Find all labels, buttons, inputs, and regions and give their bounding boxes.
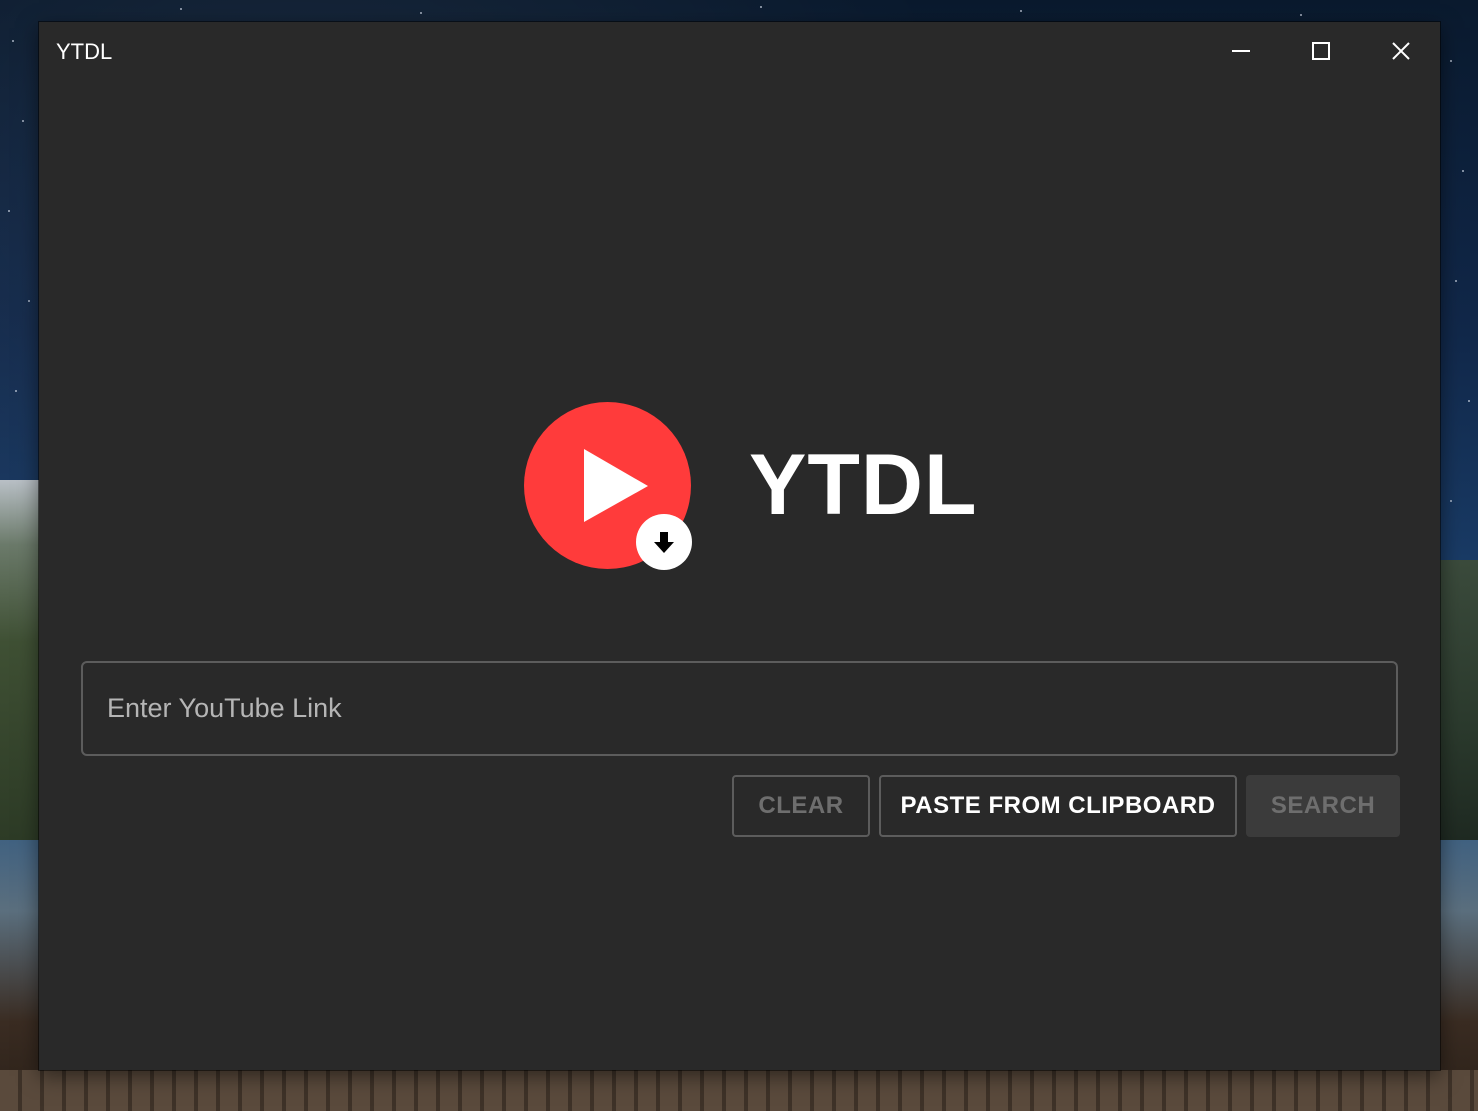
star bbox=[760, 6, 762, 8]
search-button[interactable]: SEARCH bbox=[1246, 775, 1400, 837]
maximize-button[interactable] bbox=[1281, 30, 1361, 72]
close-button[interactable] bbox=[1361, 30, 1441, 72]
download-arrow-icon bbox=[654, 532, 674, 553]
star bbox=[1462, 170, 1464, 172]
app-window: YTDL YTDL Enter YouTube Link CLEAR PASTE… bbox=[39, 22, 1440, 1070]
star bbox=[12, 40, 14, 42]
star bbox=[1020, 10, 1022, 12]
star bbox=[1450, 500, 1452, 502]
app-logo bbox=[524, 402, 694, 572]
star bbox=[8, 210, 10, 212]
star bbox=[1468, 400, 1470, 402]
minimize-icon bbox=[1232, 50, 1250, 52]
title-bar[interactable]: YTDL bbox=[39, 22, 1440, 80]
minimize-button[interactable] bbox=[1201, 30, 1281, 72]
star bbox=[22, 120, 24, 122]
star bbox=[420, 12, 422, 14]
close-icon bbox=[1392, 42, 1410, 60]
app-name-heading: YTDL bbox=[749, 437, 978, 533]
youtube-link-input[interactable] bbox=[81, 661, 1398, 756]
star bbox=[1450, 60, 1452, 62]
star bbox=[1455, 280, 1457, 282]
clear-button[interactable]: CLEAR bbox=[732, 775, 870, 837]
download-badge bbox=[636, 514, 692, 570]
star bbox=[180, 8, 182, 10]
star bbox=[28, 300, 30, 302]
pier bbox=[0, 1070, 1478, 1111]
star bbox=[15, 390, 17, 392]
star bbox=[1300, 14, 1302, 16]
window-title: YTDL bbox=[56, 39, 113, 64]
paste-from-clipboard-button[interactable]: PASTE FROM CLIPBOARD bbox=[879, 775, 1237, 837]
maximize-icon bbox=[1312, 42, 1330, 60]
